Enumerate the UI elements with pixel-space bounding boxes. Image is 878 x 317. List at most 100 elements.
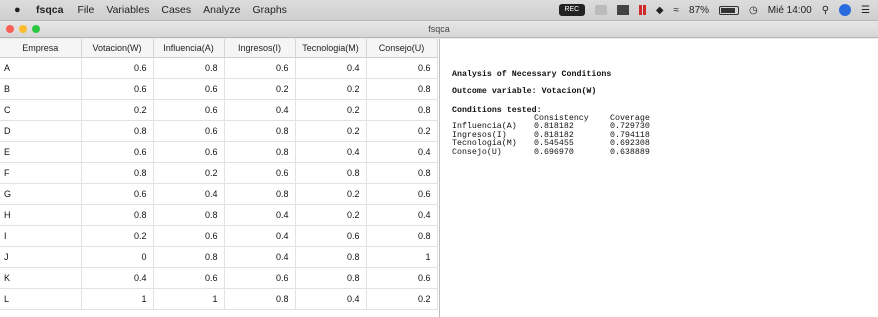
- value-cell[interactable]: 0.4: [295, 57, 367, 79]
- zoom-window-button[interactable]: [32, 25, 40, 33]
- notification-center-icon[interactable]: ☰: [861, 5, 870, 16]
- col-header-consejo[interactable]: Consejo(U): [366, 39, 438, 58]
- value-cell[interactable]: 0.6: [366, 57, 438, 79]
- value-cell[interactable]: 0.2: [366, 288, 438, 310]
- value-cell[interactable]: 0.4: [224, 99, 296, 121]
- value-cell[interactable]: 0.6: [81, 57, 154, 79]
- minimize-window-button[interactable]: [19, 25, 27, 33]
- value-cell[interactable]: 0.6: [153, 141, 225, 163]
- value-cell[interactable]: 0.2: [81, 99, 154, 121]
- value-cell[interactable]: 0.8: [366, 162, 438, 184]
- display-icon[interactable]: [616, 5, 629, 15]
- value-cell[interactable]: 0.4: [224, 204, 296, 226]
- case-name-cell[interactable]: E: [0, 141, 82, 163]
- value-cell[interactable]: 0.8: [295, 267, 367, 289]
- value-cell[interactable]: 0.8: [295, 162, 367, 184]
- pause-icon[interactable]: [638, 5, 646, 15]
- menu-analyze[interactable]: Analyze: [203, 4, 240, 16]
- value-cell[interactable]: 0.2: [295, 78, 367, 100]
- value-cell[interactable]: 0.2: [366, 120, 438, 142]
- value-cell[interactable]: 0.6: [81, 78, 154, 100]
- value-cell[interactable]: 0.6: [295, 225, 367, 247]
- case-name-cell[interactable]: K: [0, 267, 82, 289]
- value-cell[interactable]: 1: [366, 246, 438, 268]
- spotlight-icon[interactable]: ⚲: [822, 5, 829, 16]
- clock[interactable]: Mié 14:00: [768, 5, 812, 16]
- value-cell[interactable]: 0.4: [366, 204, 438, 226]
- siri-icon[interactable]: [839, 4, 852, 16]
- value-cell[interactable]: 0.8: [81, 120, 154, 142]
- app-menu[interactable]: fsqca: [36, 4, 63, 16]
- battery-icon[interactable]: [719, 5, 740, 15]
- close-window-button[interactable]: [6, 25, 14, 33]
- col-header-empresa[interactable]: Empresa: [0, 39, 82, 58]
- value-cell[interactable]: 1: [153, 288, 225, 310]
- value-cell[interactable]: 0.6: [81, 183, 154, 205]
- value-cell[interactable]: 0.2: [295, 204, 367, 226]
- value-cell[interactable]: 0.8: [224, 183, 296, 205]
- apple-menu-icon[interactable]: ●: [14, 4, 24, 16]
- menu-cases[interactable]: Cases: [161, 4, 191, 16]
- value-cell[interactable]: 0.4: [81, 267, 154, 289]
- code-icon[interactable]: ◆: [656, 5, 664, 16]
- case-name-cell[interactable]: B: [0, 78, 82, 100]
- case-name-cell[interactable]: F: [0, 162, 82, 184]
- value-cell[interactable]: 0.4: [366, 141, 438, 163]
- wifi-icon[interactable]: ≈: [674, 5, 680, 16]
- value-cell[interactable]: 0.2: [295, 120, 367, 142]
- value-cell[interactable]: 0.4: [295, 141, 367, 163]
- case-name-cell[interactable]: H: [0, 204, 82, 226]
- case-name-cell[interactable]: L: [0, 288, 82, 310]
- value-cell[interactable]: 0.8: [224, 120, 296, 142]
- value-cell[interactable]: 0.8: [81, 204, 154, 226]
- value-cell[interactable]: 0.6: [366, 183, 438, 205]
- screen-record-icon[interactable]: [594, 5, 607, 15]
- value-cell[interactable]: 0.6: [153, 225, 225, 247]
- value-cell[interactable]: 0.4: [153, 183, 225, 205]
- value-cell[interactable]: 0: [81, 246, 154, 268]
- clock-icon[interactable]: ◷: [749, 5, 758, 16]
- camera-icon[interactable]: REC: [558, 4, 585, 16]
- value-cell[interactable]: 0.8: [224, 141, 296, 163]
- case-name-cell[interactable]: G: [0, 183, 82, 205]
- col-header-ingresos[interactable]: Ingresos(I): [224, 39, 296, 58]
- value-cell[interactable]: 1: [81, 288, 154, 310]
- value-cell[interactable]: 0.8: [81, 162, 154, 184]
- value-cell[interactable]: 0.8: [153, 57, 225, 79]
- value-cell[interactable]: 0.4: [295, 288, 367, 310]
- value-cell[interactable]: 0.2: [153, 162, 225, 184]
- case-name-cell[interactable]: D: [0, 120, 82, 142]
- value-cell[interactable]: 0.6: [153, 120, 225, 142]
- value-cell[interactable]: 0.8: [366, 99, 438, 121]
- menu-variables[interactable]: Variables: [106, 4, 149, 16]
- value-cell[interactable]: 0.6: [153, 267, 225, 289]
- value-cell[interactable]: 0.8: [366, 225, 438, 247]
- value-cell[interactable]: 0.4: [224, 246, 296, 268]
- value-cell[interactable]: 0.4: [224, 225, 296, 247]
- value-cell[interactable]: 0.6: [224, 57, 296, 79]
- value-cell[interactable]: 0.6: [366, 267, 438, 289]
- case-name-cell[interactable]: C: [0, 99, 82, 121]
- value-cell[interactable]: 0.8: [366, 78, 438, 100]
- value-cell[interactable]: 0.8: [153, 204, 225, 226]
- value-cell[interactable]: 0.6: [81, 141, 154, 163]
- case-name-cell[interactable]: J: [0, 246, 82, 268]
- value-cell[interactable]: 0.6: [224, 267, 296, 289]
- value-cell[interactable]: 0.6: [224, 162, 296, 184]
- col-header-votacion[interactable]: Votacion(W): [81, 39, 154, 58]
- value-cell[interactable]: 0.2: [81, 225, 154, 247]
- case-name-cell[interactable]: A: [0, 57, 82, 79]
- value-cell[interactable]: 0.2: [295, 99, 367, 121]
- col-header-tecnologia[interactable]: Tecnologia(M): [295, 39, 367, 58]
- value-cell[interactable]: 0.6: [153, 99, 225, 121]
- menu-graphs[interactable]: Graphs: [252, 4, 286, 16]
- col-header-influencia[interactable]: Influencia(A): [153, 39, 225, 58]
- value-cell[interactable]: 0.8: [295, 246, 367, 268]
- value-cell[interactable]: 0.2: [295, 183, 367, 205]
- value-cell[interactable]: 0.2: [224, 78, 296, 100]
- menu-file[interactable]: File: [77, 4, 94, 16]
- value-cell[interactable]: 0.6: [153, 78, 225, 100]
- value-cell[interactable]: 0.8: [153, 246, 225, 268]
- value-cell[interactable]: 0.8: [224, 288, 296, 310]
- case-name-cell[interactable]: I: [0, 225, 82, 247]
